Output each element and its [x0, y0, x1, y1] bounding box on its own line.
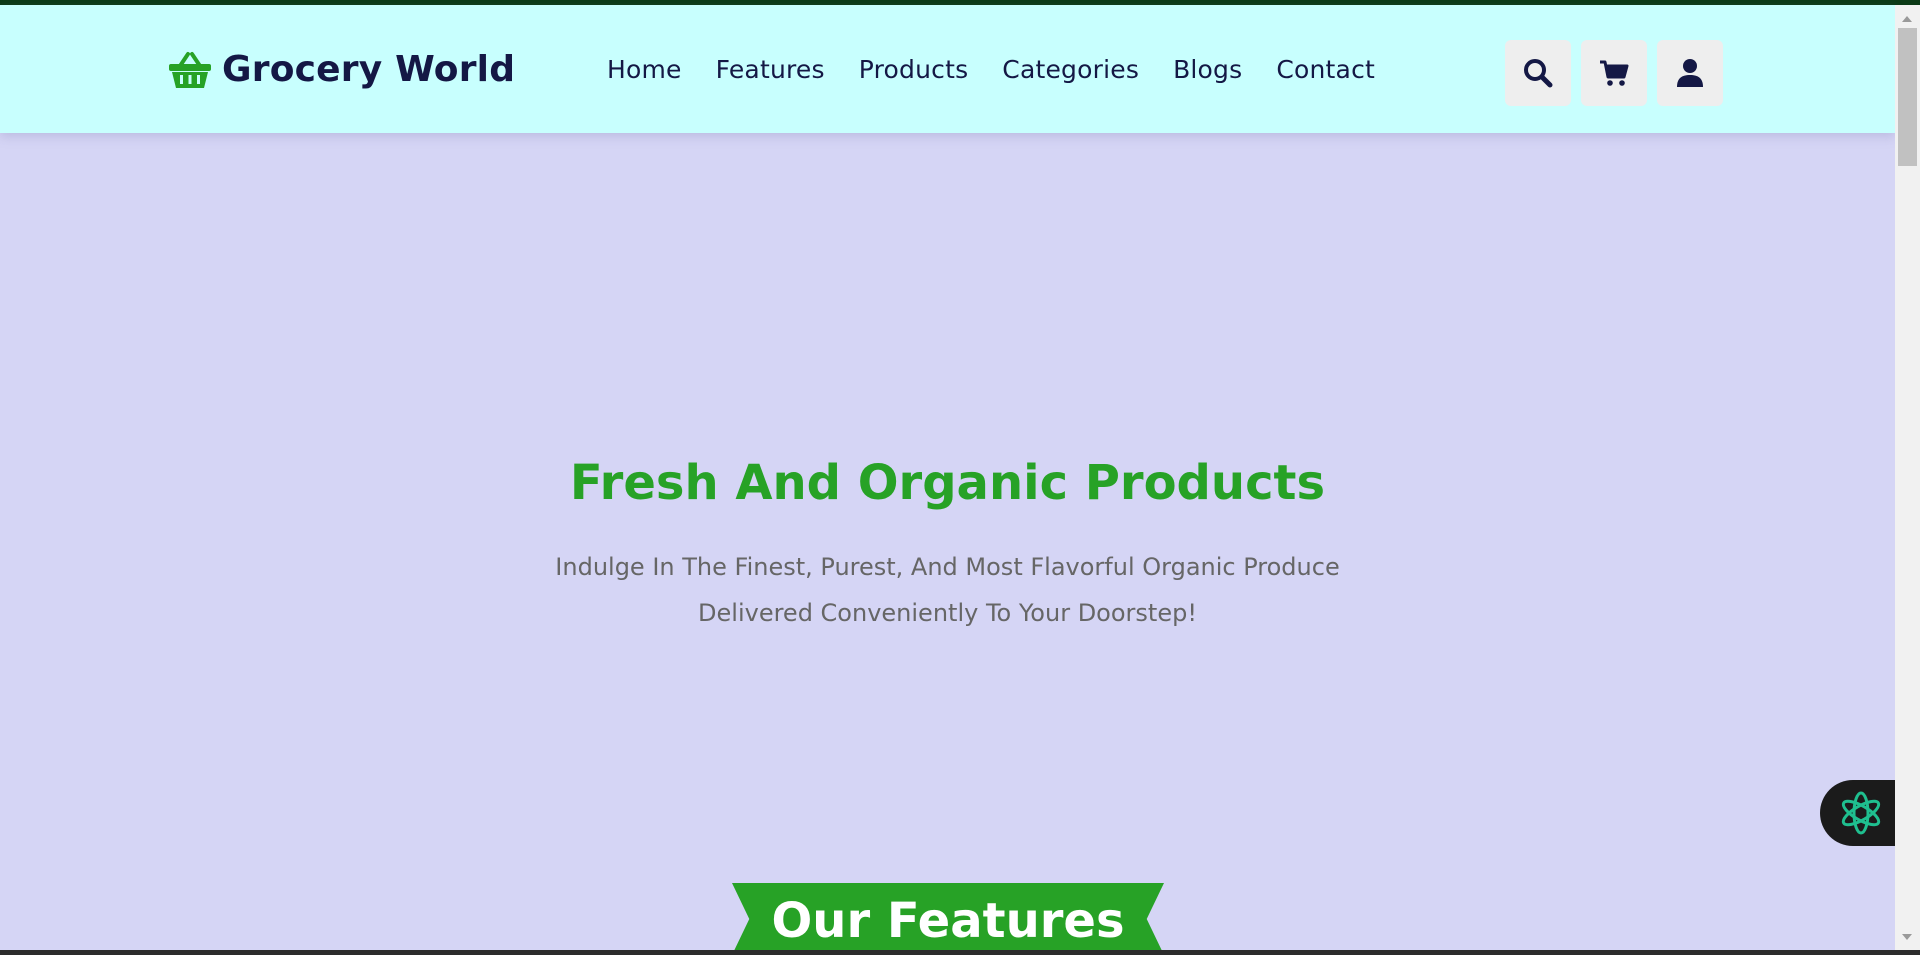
user-button[interactable] [1657, 40, 1723, 106]
nav-contact[interactable]: Contact [1276, 55, 1375, 84]
cart-icon [1600, 60, 1629, 86]
assistant-widget[interactable] [1820, 780, 1895, 846]
nav-products[interactable]: Products [859, 55, 969, 84]
scroll-up-arrow-icon[interactable] [1902, 16, 1912, 22]
bottom-border [0, 950, 1920, 955]
header-actions [1505, 40, 1723, 106]
search-icon [1524, 59, 1553, 88]
hero-subtitle-line-1: Indulge In The Finest, Purest, And Most … [555, 553, 1340, 581]
hero-subtitle-line-2: Delivered Conveniently To Your Doorstep! [698, 599, 1197, 627]
assistant-logo-icon [1841, 791, 1880, 835]
brand-logo[interactable]: Grocery World [168, 49, 515, 90]
basket-icon [169, 51, 211, 88]
brand-name: Grocery World [222, 49, 516, 90]
scroll-down-arrow-icon[interactable] [1902, 934, 1912, 940]
scrollbar-thumb[interactable] [1898, 28, 1917, 166]
nav-home[interactable]: Home [607, 55, 682, 84]
cart-button[interactable] [1581, 40, 1647, 106]
site-header: Grocery World Home Features Products Cat… [0, 5, 1895, 133]
main-nav: Home Features Products Categories Blogs … [607, 55, 1375, 84]
hero-subtitle: Indulge In The Finest, Purest, And Most … [0, 544, 1895, 636]
nav-blogs[interactable]: Blogs [1173, 55, 1242, 84]
user-icon [1677, 59, 1703, 87]
nav-features[interactable]: Features [716, 55, 825, 84]
search-button[interactable] [1505, 40, 1571, 106]
section-heading: Our Features [771, 893, 1125, 949]
nav-categories[interactable]: Categories [1002, 55, 1139, 84]
hero-title: Fresh And Organic Products [569, 455, 1326, 511]
